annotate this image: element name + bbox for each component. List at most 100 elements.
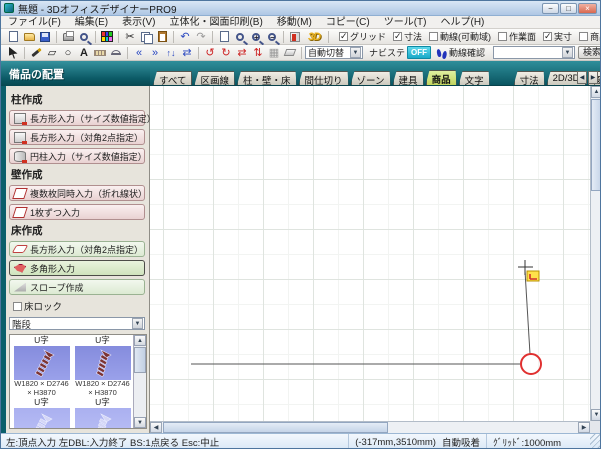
menu-tools[interactable]: ツール(T): [377, 16, 434, 29]
stairs-dropdown[interactable]: 階段 ▼: [9, 317, 145, 331]
circle-tool-button[interactable]: ○: [60, 46, 76, 60]
select-tool-button[interactable]: [5, 46, 21, 60]
scroll-up-icon[interactable]: ▲: [134, 335, 146, 346]
zoom-in-button[interactable]: +: [248, 30, 264, 44]
tab-dimension[interactable]: 寸法: [514, 71, 545, 85]
wall-single-button[interactable]: 1枚ずつ入力: [9, 204, 145, 220]
open-file-button[interactable]: [21, 30, 37, 44]
floor-lock-checkbox[interactable]: ✓ 床ロック: [13, 299, 145, 313]
scrollbar-thumb[interactable]: [591, 99, 600, 191]
new-file-button[interactable]: [5, 30, 21, 44]
scroll-down-icon[interactable]: ▼: [134, 417, 146, 428]
scrollbar-thumb[interactable]: [134, 347, 146, 373]
stair-thumbnail[interactable]: [13, 346, 70, 380]
stair-item[interactable]: U字: [11, 397, 72, 428]
floor-slope-button[interactable]: スロープ作成: [9, 279, 145, 295]
rotate-left-button[interactable]: ↺: [202, 46, 218, 60]
save-button[interactable]: [37, 30, 53, 44]
dimension-checkbox[interactable]: ✓ 寸法: [393, 30, 422, 43]
pillar-rect-numeric-button[interactable]: 長方形入力（サイズ数値指定）: [9, 110, 156, 126]
tab-partition[interactable]: 間仕切り: [299, 71, 349, 85]
cut-button[interactable]: ✂: [122, 30, 138, 44]
tab-text[interactable]: 文字: [459, 71, 490, 85]
title-bar[interactable]: 無題 - 3DオフィスデザイナーPRO9 − □ ×: [1, 1, 600, 16]
redo-button[interactable]: ↷: [193, 30, 209, 44]
nudge-right-button[interactable]: »: [147, 46, 163, 60]
product-number-checkbox[interactable]: ✓ 商品番号: [579, 30, 600, 43]
print-button[interactable]: [60, 30, 76, 44]
scroll-down-icon[interactable]: ▼: [591, 409, 600, 421]
copy-button[interactable]: [138, 30, 154, 44]
measure-tool-button[interactable]: [92, 46, 108, 60]
zoom-fit-button[interactable]: [216, 30, 232, 44]
floor-polygon-button[interactable]: 多角形入力: [9, 260, 145, 276]
stair-thumbnail[interactable]: [74, 346, 131, 380]
grid-checkbox[interactable]: ✓ グリッド: [339, 30, 386, 43]
plan-drawing-surface[interactable]: [150, 86, 590, 421]
pillar-cylinder-button[interactable]: 円柱入力（サイズ数値指定）: [9, 148, 147, 164]
text-tool-button[interactable]: A: [76, 46, 92, 60]
rotate-right-button[interactable]: ↻: [218, 46, 234, 60]
search-combobox[interactable]: ▼: [493, 46, 576, 59]
tab-scroll-left-icon[interactable]: ◀: [577, 71, 587, 84]
walkthrough-button[interactable]: [287, 30, 303, 44]
actual-size-checkbox-box[interactable]: ✓: [543, 32, 553, 41]
menu-file[interactable]: ファイル(F): [1, 16, 68, 29]
print-preview-button[interactable]: [76, 30, 92, 44]
scrollbar-thumb[interactable]: [163, 422, 388, 433]
snap-mode-combobox[interactable]: 自動切替 ▼: [305, 46, 363, 59]
tab-zone[interactable]: ゾーン: [351, 71, 391, 85]
search-input[interactable]: [494, 47, 562, 58]
menu-view[interactable]: 表示(V): [115, 16, 162, 29]
tab-all[interactable]: すべて: [153, 71, 192, 85]
tab-products[interactable]: 商品: [426, 70, 457, 85]
zoom-window-button[interactable]: [232, 30, 248, 44]
tab-scroll-right-icon[interactable]: ▶: [588, 71, 598, 84]
chevron-down-icon[interactable]: ▼: [562, 47, 574, 58]
product-number-checkbox-box[interactable]: ✓: [579, 32, 589, 41]
flow-range-checkbox[interactable]: ✓ 動線(可動域): [429, 30, 491, 43]
pillar-rect-2point-button[interactable]: 長方形入力（対角2点指定）: [9, 129, 145, 145]
flow-check-button[interactable]: 動線確認: [436, 46, 485, 59]
scroll-left-icon[interactable]: ◀: [150, 422, 162, 433]
flow-range-checkbox-box[interactable]: ✓: [429, 32, 439, 41]
menu-edit[interactable]: 編集(E): [68, 16, 115, 29]
workplane-checkbox-box[interactable]: ✓: [498, 32, 508, 41]
close-button[interactable]: ×: [578, 3, 597, 14]
tab-fittings[interactable]: 建具: [393, 71, 424, 85]
grid-checkbox-box[interactable]: ✓: [339, 32, 348, 41]
polygon-tool-button[interactable]: ▱: [44, 46, 60, 60]
scroll-up-icon[interactable]: ▲: [591, 86, 600, 98]
chevron-down-icon[interactable]: ▼: [350, 47, 361, 58]
maximize-button[interactable]: □: [560, 3, 577, 14]
tab-pillar-wall-floor[interactable]: 柱・壁・床: [237, 71, 297, 85]
stair-thumbnail[interactable]: [74, 408, 131, 428]
floor-rect-2point-button[interactable]: 長方形入力（対角2点指定）: [9, 241, 145, 257]
scroll-right-icon[interactable]: ▶: [578, 422, 590, 433]
zoom-out-button[interactable]: −: [264, 30, 280, 44]
wall-polyline-button[interactable]: 複数枚同時入力（折れ線状）: [9, 185, 147, 201]
angle-tool-button[interactable]: [108, 46, 124, 60]
actual-size-checkbox[interactable]: ✓ 実寸: [543, 30, 572, 43]
navi-step-toggle[interactable]: ナビステ OFF: [369, 46, 432, 59]
nudge-left-button[interactable]: «: [131, 46, 147, 60]
nudge-vertical-button[interactable]: ↑↓: [163, 46, 179, 60]
palette-settings-button[interactable]: [99, 30, 115, 44]
menu-copy[interactable]: コピー(C): [319, 16, 377, 29]
flip-horizontal-button[interactable]: ⇄: [234, 46, 250, 60]
line-tool-button[interactable]: [28, 46, 44, 60]
workplane-checkbox[interactable]: ✓ 作業面: [498, 30, 536, 43]
undo-button[interactable]: ↶: [177, 30, 193, 44]
stair-item[interactable]: U字 W1820 × D2746 × H3870: [11, 335, 72, 397]
menu-move[interactable]: 移動(M): [270, 16, 319, 29]
flip-vertical-button[interactable]: ⇅: [250, 46, 266, 60]
nudge-horizontal-button[interactable]: ⇄: [179, 46, 195, 60]
minimize-button[interactable]: −: [542, 3, 559, 14]
canvas-horizontal-scrollbar[interactable]: ◀ ▶: [150, 421, 590, 433]
menu-help[interactable]: ヘルプ(H): [433, 16, 491, 29]
chevron-down-icon[interactable]: ▼: [132, 318, 143, 329]
view-3d-button[interactable]: 3D: [303, 30, 325, 44]
floor-lock-checkbox-box[interactable]: ✓: [13, 301, 22, 311]
dimension-checkbox-box[interactable]: ✓: [393, 32, 403, 41]
stair-item[interactable]: U字: [72, 397, 133, 428]
